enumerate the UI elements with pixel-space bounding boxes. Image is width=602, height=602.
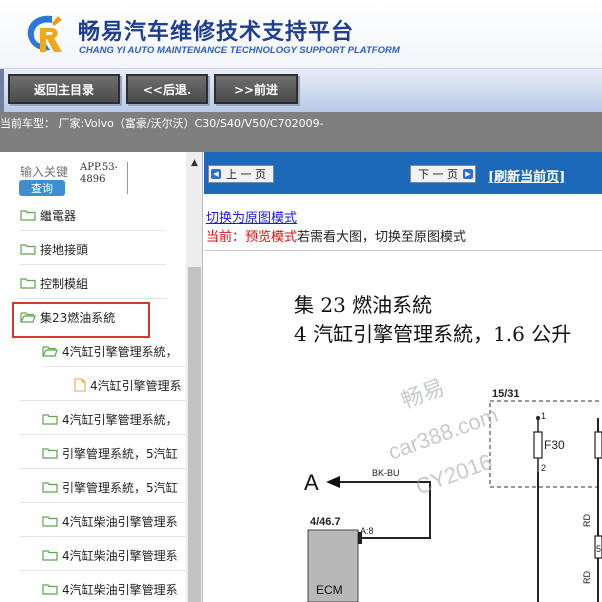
refresh-link[interactable]: [刷新当前页] [488,166,565,185]
tree-item-control-module[interactable]: 控制模組 [20,272,88,294]
prev-page-label: 上 一 页 [226,168,266,181]
wire-color-rd: RD [582,514,592,527]
divider [20,264,166,265]
pin1-label: 1 [541,411,546,421]
mode-status: 当前：预览模式若需看大图，切换至原图模式 [206,226,466,245]
tree-item-label: 4汽缸引擎管理系 [90,378,182,393]
folder-icon [42,584,58,595]
tree-item-label: 4汽缸引擎管理系統， [62,344,178,359]
divider [20,298,166,299]
divider [20,400,186,401]
document-icon [74,378,86,392]
fuse-symbol [533,431,543,459]
document-title: 集 23 燃油系統 [294,293,433,317]
divider [20,230,166,231]
folder-open-icon [42,346,58,357]
tree-item-label: 引擎管理系統，5汽缸 [62,446,178,461]
wire-color-label: BK-BU [372,468,400,478]
tree-item-label: 4汽缸柴油引擎管理系 [62,514,178,529]
ecm-pin-label: A:8 [360,526,374,536]
search-input[interactable] [20,164,70,180]
search-row: 查询 APP.53-4896 [0,152,186,198]
selection-highlight [12,302,150,338]
switch-original-link[interactable]: 切换为原图模式 [206,207,297,226]
arrow-right-icon: ▶ [463,169,473,179]
document-subtitle: 4 汽缸引擎管理系統，1.6 公升 [294,322,572,346]
fuse-label: F30 [544,438,565,452]
tree-item-4cyl-doc[interactable]: 4汽缸引擎管理系 [74,374,186,396]
divider [20,502,186,503]
brand-subtitle: CHANG YI AUTO MAINTENANCE TECHNOLOGY SUP… [79,45,400,56]
home-button[interactable]: 返回主目录 [8,74,120,104]
nav-edge [0,69,4,113]
search-button[interactable]: 查询 [19,180,65,196]
folder-icon [20,244,36,255]
divider [20,434,186,435]
divider [20,468,186,469]
wire-color-rd: RD [582,571,592,584]
folder-icon [42,482,58,493]
arrow-label: A [304,470,319,495]
ecm-label: ECM [316,583,343,597]
tree-item-5cyl-b[interactable]: 引擎管理系統，5汽缸 [42,476,186,498]
ecm-id: 4/46.7 [310,516,341,528]
divider [20,570,186,571]
watermark-text: CY2016 [412,449,495,500]
folder-icon [42,516,58,527]
pin-dot [536,416,540,420]
prev-page-button[interactable]: ◀ 上 一 页 [208,165,274,183]
forward-button[interactable]: >>前进 [214,74,298,104]
content-divider [204,250,602,251]
tree-item-diesel-c[interactable]: 4汽缸柴油引擎管理系 [42,578,186,600]
tree-item-diesel-a[interactable]: 4汽缸柴油引擎管理系 [42,510,186,532]
tree-item-label: 4汽缸柴油引擎管理系 [62,548,178,563]
tree-item-5cyl-a[interactable]: 引擎管理系統，5汽缸 [42,442,186,464]
watermark-text: 畅易 [398,375,448,414]
folder-icon [20,278,36,289]
wiring-diagram: 15/31 1 F30 2 RD RD 5 A BK-BU 4/46.7 A:8… [304,375,602,602]
folder-icon [20,210,36,221]
tree-item-ground[interactable]: 接地接頭 [20,238,88,260]
pin2-label: 2 [541,463,546,473]
nav-bar: 返回主目录 <<后退. >>前进 [0,68,602,113]
next-page-label: 下 一 页 [418,168,458,181]
cy-logo-icon [27,15,62,52]
relay-box-label: 15/31 [492,388,520,400]
arrow-left-icon [326,476,340,488]
tree-item-label: 4汽缸柴油引擎管理系 [62,582,178,597]
tree-item-4cyl-a[interactable]: 4汽缸引擎管理系統， [42,340,186,362]
back-button[interactable]: <<后退. [126,74,208,104]
next-page-button[interactable]: 下 一 页 ▶ [410,165,476,183]
folder-icon [42,414,58,425]
current-vehicle: 当前车型： 厂家:Volvo（富豪/沃尔沃）C30/S40/V50/C70200… [0,117,324,130]
tree-item-4cyl-b[interactable]: 4汽缸引擎管理系統， [42,408,186,430]
pager-bar: ◀ 上 一 页 下 一 页 ▶ [刷新当前页] [204,152,602,194]
brand-title: 畅易汽车维修技术支持平台 [78,20,355,45]
mode-hint: 若需看大图，切换至原图模式 [297,230,467,245]
tree-item-relay[interactable]: 繼電器 [20,204,76,226]
tree-item-label: 繼電器 [40,208,77,223]
folder-icon [42,448,58,459]
folder-icon [42,550,58,561]
arrow-left-icon: ◀ [211,169,221,179]
divider [42,366,186,367]
vehicle-strip: 当前车型： 厂家:Volvo（富豪/沃尔沃）C30/S40/V50/C70200… [0,112,602,152]
tree-item-label: 控制模組 [40,276,89,291]
app-tag: APP.53-4896 [80,162,128,194]
mode-current: 当前：预览模式 [206,230,298,245]
header: 畅易汽车维修技术支持平台 CHANG YI AUTO MAINTENANCE T… [0,0,602,68]
scrollbar-thumb[interactable] [188,267,201,602]
sidebar: 查询 APP.53-4896 繼電器 接地接頭 控制模組 集23燃油系統 4汽缸… [0,152,203,602]
right-fuse-symbol [594,431,602,459]
tree-item-diesel-b[interactable]: 4汽缸柴油引擎管理系 [42,544,186,566]
tree-item-label: 接地接頭 [40,242,89,257]
scroll-up-arrow-icon[interactable]: ▲ [186,156,202,170]
tree-item-label: 4汽缸引擎管理系統， [62,412,178,427]
tree-item-label: 引擎管理系統，5汽缸 [62,480,178,495]
main-panel: ◀ 上 一 页 下 一 页 ▶ [刷新当前页] 切换为原图模式 当前：预览模式若… [204,152,602,602]
divider [20,536,186,537]
right-number: 5 [596,544,601,554]
